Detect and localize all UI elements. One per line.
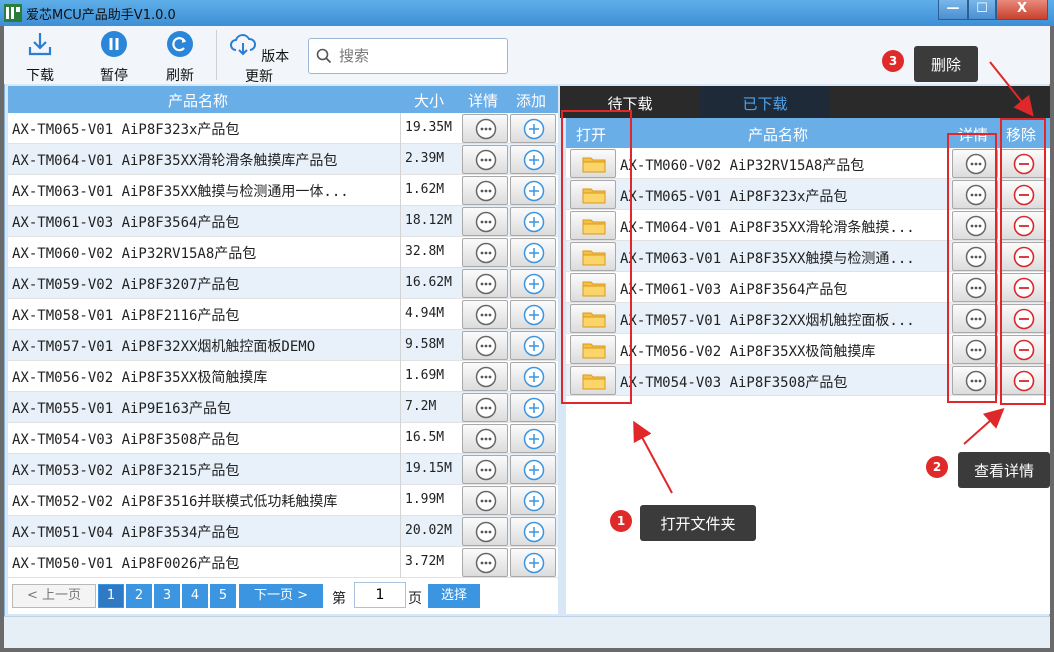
annotation-arrows <box>633 61 1034 494</box>
status-bar <box>4 616 1050 648</box>
callout-view-details: 查看详情 <box>958 452 1050 488</box>
callout-open-folder: 打开文件夹 <box>640 505 756 541</box>
callout-delete: 删除 <box>914 46 978 82</box>
callout-1-badge: 1 <box>610 510 632 532</box>
callout-2-badge: 2 <box>926 456 948 478</box>
callout-3-badge: 3 <box>882 50 904 72</box>
